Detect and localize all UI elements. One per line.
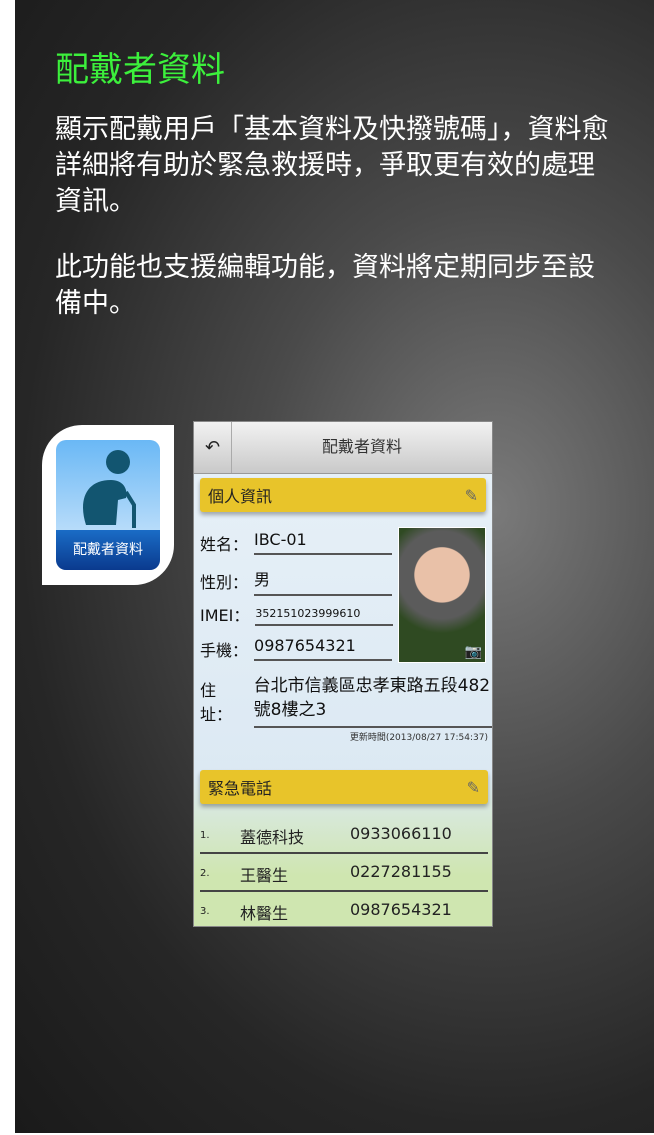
- contact-name: 蓋德科技: [240, 828, 305, 847]
- field-value[interactable]: 台北市信義區忠孝東路五段482號8樓之3: [253, 674, 492, 728]
- contact-phone: 0987654321: [350, 900, 452, 919]
- contact-index: 1.: [200, 830, 210, 841]
- contact-row[interactable]: 3. 林醫生 0987654321: [200, 900, 488, 926]
- phone-screenshot: ↶ 配戴者資料 個人資訊 ✎ 姓名： IBC-01 性別： 男 IMEI： 352151…: [193, 421, 493, 927]
- field-label: 手機：: [200, 640, 249, 660]
- contact-name: 林醫生: [240, 904, 289, 923]
- section-label: 個人資訊: [208, 487, 273, 506]
- field-value[interactable]: IBC-01: [254, 530, 393, 555]
- contact-name: 王醫生: [240, 866, 289, 885]
- field-value[interactable]: 0987654321: [254, 636, 393, 661]
- back-icon[interactable]: ↶: [194, 422, 232, 473]
- promo-panel: 配戴者資料 顯示配戴用戶「基本資料及快撥號碼」，資料愈詳細將有助於緊急救援時，爭…: [15, 0, 654, 1133]
- profile-photo[interactable]: 📷: [398, 527, 486, 663]
- description-edit: 此功能也支援編輯功能，資料將定期同步至設備中。: [55, 252, 595, 319]
- description: 顯示配戴用戶「基本資料及快撥號碼」，資料愈詳細將有助於緊急救援時，爭取更有效的處…: [55, 114, 609, 217]
- edit-pencil-icon[interactable]: ✎: [467, 778, 480, 797]
- contact-index: 2.: [200, 868, 210, 879]
- app-icon-card: 配戴者資料: [42, 425, 174, 585]
- contact-phone: 0933066110: [350, 824, 452, 843]
- field-value[interactable]: 352151023999610: [255, 603, 394, 626]
- field-label: 住址：: [200, 681, 233, 724]
- contact-row[interactable]: 1. 蓋德科技 0933066110: [200, 824, 488, 854]
- field-imei: IMEI： 352151023999610: [200, 602, 394, 626]
- camera-icon[interactable]: 📷: [465, 644, 482, 660]
- app-icon-label: 配戴者資料: [56, 530, 160, 570]
- app-icon[interactable]: 配戴者資料: [56, 440, 160, 570]
- elderly-person-icon: [83, 450, 136, 528]
- contact-phone: 0227281155: [350, 862, 452, 881]
- edit-pencil-icon[interactable]: ✎: [465, 486, 478, 505]
- contact-index: 3.: [200, 906, 210, 917]
- screen-title: 配戴者資料: [321, 437, 402, 456]
- field-label: IMEI：: [200, 606, 250, 625]
- field-name: 姓名： IBC-01: [200, 530, 393, 555]
- field-label: 姓名：: [200, 534, 249, 554]
- contact-row[interactable]: 2. 王醫生 0227281155: [200, 862, 488, 892]
- field-value[interactable]: 男: [254, 566, 393, 596]
- page-title: 配戴者資料: [55, 50, 225, 90]
- field-label: 性別：: [200, 573, 249, 592]
- personal-info-header: 個人資訊 ✎: [200, 478, 486, 512]
- emergency-header: 緊急電話 ✎: [200, 770, 488, 804]
- field-address: 住址： 台北市信義區忠孝東路五段482號8樓之3: [200, 674, 492, 728]
- app-header: ↶ 配戴者資料: [194, 422, 492, 474]
- section-label: 緊急電話: [208, 779, 273, 798]
- field-mobile: 手機： 0987654321: [200, 636, 393, 661]
- field-gender: 性別： 男: [200, 566, 393, 596]
- update-time: 更新時間(2013/08/27 17:54:37): [349, 733, 488, 743]
